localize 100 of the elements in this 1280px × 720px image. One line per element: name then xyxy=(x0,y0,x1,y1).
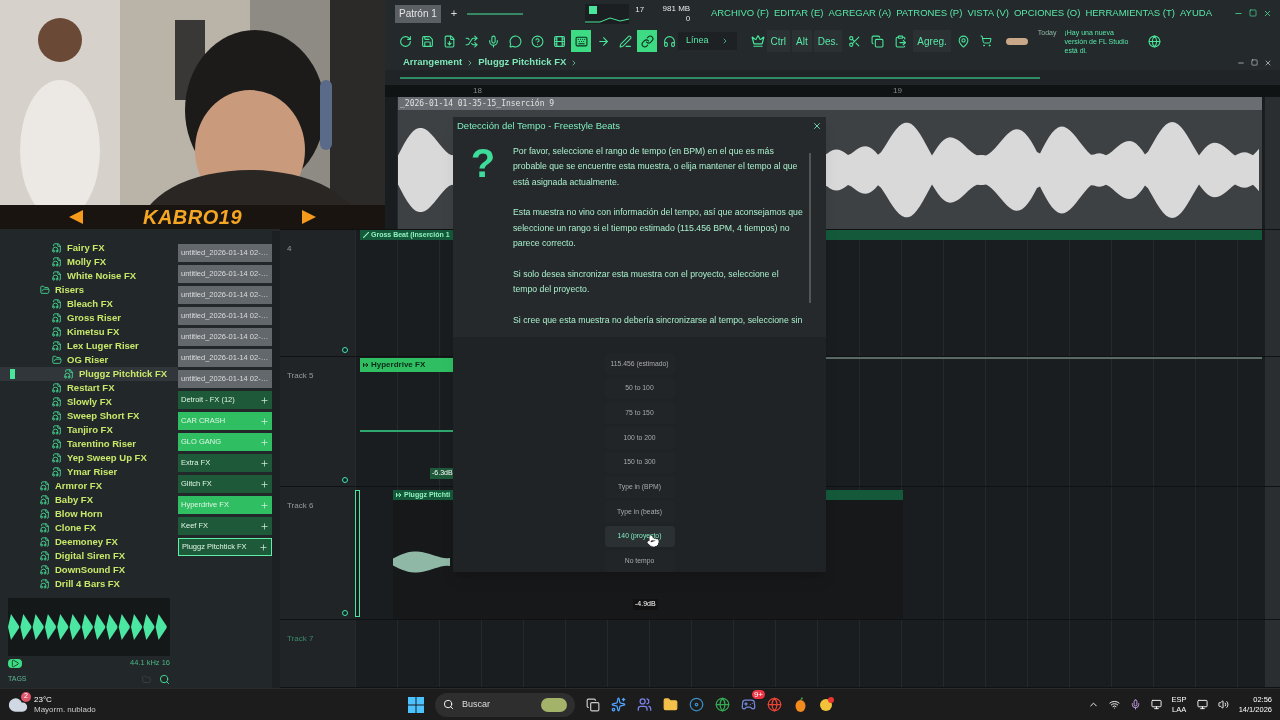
browser-item[interactable]: Deemoney FX xyxy=(0,535,178,549)
item-label: Sweep Short FX xyxy=(67,408,140,423)
maximize-icon[interactable] xyxy=(1249,9,1257,17)
pattern-selector[interactable]: Patrón 1 xyxy=(395,4,441,23)
keyboard-button[interactable] xyxy=(571,30,591,52)
breadcrumb-item[interactable]: Arrangement xyxy=(403,55,463,70)
play-button[interactable] xyxy=(8,658,22,668)
marker-icon[interactable] xyxy=(956,34,970,48)
voice-counter: 17 xyxy=(635,4,645,16)
item-label: Risers xyxy=(55,282,85,297)
browser-item[interactable]: Ymar Riser xyxy=(0,465,178,479)
waveform xyxy=(393,550,453,574)
cart-icon[interactable] xyxy=(979,35,992,47)
browser-item[interactable]: Tarentino Riser xyxy=(0,437,178,451)
audio-file-icon xyxy=(52,257,62,267)
menu-item[interactable]: OPCIONES (O) xyxy=(1013,6,1081,21)
network-icon[interactable] xyxy=(1108,699,1120,710)
globe-icon[interactable] xyxy=(715,697,730,712)
item-label: Drill 4 Bars FX xyxy=(55,576,120,591)
link-button[interactable] xyxy=(637,30,657,52)
close-icon[interactable] xyxy=(1264,58,1272,67)
browser-item[interactable]: Sweep Short FX xyxy=(0,409,178,423)
browser-item[interactable]: Fairy FX xyxy=(0,241,178,255)
triangle-left-icon xyxy=(68,210,83,224)
menu-item[interactable]: AYUDA xyxy=(1179,6,1212,21)
app-icon[interactable] xyxy=(819,697,834,712)
browser-item[interactable]: Tanjiro FX xyxy=(0,423,178,437)
search-field[interactable]: Buscar xyxy=(435,692,575,717)
volume-icon[interactable] xyxy=(1217,699,1229,710)
browser-item[interactable]: Restart FX xyxy=(0,381,178,395)
scissors-icon[interactable] xyxy=(848,34,862,48)
browser-item[interactable]: Gross Riser xyxy=(0,311,178,325)
browser-item[interactable]: Blow Horn xyxy=(0,507,178,521)
modifier-key-button[interactable]: Ctrl xyxy=(766,30,791,52)
menu-item[interactable]: VISTA (V) xyxy=(967,6,1009,21)
browser-item[interactable]: Clone FX xyxy=(0,521,178,535)
browser-item[interactable]: White Noise FX xyxy=(0,269,178,283)
add-pattern-button[interactable]: + xyxy=(446,5,462,22)
snap-dropdown[interactable]: Línea xyxy=(678,32,737,50)
menu-item[interactable]: EDITAR (E) xyxy=(773,6,824,21)
close-icon[interactable] xyxy=(1263,9,1272,18)
browser-item[interactable]: Risers xyxy=(0,283,178,297)
globe-icon[interactable] xyxy=(1147,34,1161,48)
sparkle-icon[interactable] xyxy=(611,697,626,712)
browser-item[interactable]: Lex Luger Riser xyxy=(0,339,178,353)
selection-marker xyxy=(10,369,15,379)
display-icon[interactable] xyxy=(1196,699,1208,710)
browser-item[interactable]: Molly FX xyxy=(0,255,178,269)
dialog-paragraph: Por favor, seleccione el rango de tempo (en BPM) en el que es más probable que se encuentre esta muestra, o elija mantener el tempo al que está asignada actualmente. xyxy=(513,144,799,189)
browser-item[interactable]: Slowly FX xyxy=(0,395,178,409)
copy-icon[interactable] xyxy=(871,34,885,48)
add-button[interactable]: Agreg. xyxy=(913,30,951,52)
windows-icon[interactable] xyxy=(408,696,424,713)
paste-icon[interactable] xyxy=(894,34,908,48)
task-view-icon[interactable] xyxy=(586,697,600,712)
item-label: Slowly FX xyxy=(67,394,112,409)
browser-item[interactable]: Pluggz Pitchtick FX xyxy=(0,367,178,381)
item-label: Baby FX xyxy=(55,492,93,507)
browser-item[interactable]: Yep Sweep Up FX xyxy=(0,451,178,465)
menu-item[interactable]: PATRONES (P) xyxy=(896,6,963,21)
maximize-icon[interactable] xyxy=(1251,58,1258,66)
disc-icon[interactable] xyxy=(689,697,704,712)
modifier-key-button[interactable]: Alt xyxy=(792,30,812,52)
close-icon[interactable] xyxy=(812,120,822,131)
browser-item[interactable]: Drill 4 Bars FX xyxy=(0,577,178,591)
shuffle-icon xyxy=(464,34,478,48)
browser-item[interactable]: Kimetsu FX xyxy=(0,325,178,339)
item-label: Ymar Riser xyxy=(67,464,118,479)
audio-file-icon xyxy=(52,397,62,407)
chat-badge: 9+ xyxy=(751,690,765,699)
microphone-icon[interactable] xyxy=(1129,699,1141,710)
menu-item[interactable]: HERRAMIENTAS (T) xyxy=(1085,6,1175,21)
monitor-icon[interactable] xyxy=(1150,699,1162,710)
help-icon xyxy=(530,34,544,48)
breadcrumb-item[interactable]: Pluggz Pitchtick FX xyxy=(478,55,567,70)
menu-item[interactable]: AGREGAR (A) xyxy=(828,6,892,21)
plus-icon xyxy=(260,395,269,405)
item-label: White Noise FX xyxy=(67,268,137,283)
globe-icon[interactable] xyxy=(767,697,782,712)
triangle-right-icon xyxy=(302,210,317,224)
gamepad-icon[interactable] xyxy=(741,697,756,712)
fruit-icon[interactable] xyxy=(793,697,808,712)
search-icon xyxy=(443,699,454,710)
people-icon[interactable] xyxy=(637,697,652,712)
plus-icon xyxy=(260,416,269,426)
browser-item[interactable]: DownSound FX xyxy=(0,563,178,577)
item-label: Digital Siren FX xyxy=(55,548,126,563)
open-folder-icon xyxy=(52,355,62,365)
item-label: Tanjiro FX xyxy=(67,422,113,437)
dialog-paragraph: Si cree que esta muestra no debería sincronizarse al tempo, seleccione sin xyxy=(513,313,804,327)
menu-item[interactable]: ARCHIVO (F) xyxy=(710,6,769,21)
modifier-key-button[interactable]: Des. xyxy=(813,30,843,52)
browser-item[interactable]: Armror FX xyxy=(0,479,178,493)
search-icon[interactable] xyxy=(159,673,170,685)
browser-item[interactable]: OG Riser xyxy=(0,353,178,367)
browser-item[interactable]: Baby FX xyxy=(0,493,178,507)
browser-item[interactable]: Digital Siren FX xyxy=(0,549,178,563)
item-label: OG Riser xyxy=(67,352,109,367)
browser-item[interactable]: Bleach FX xyxy=(0,297,178,311)
audio-file-icon xyxy=(52,425,62,435)
